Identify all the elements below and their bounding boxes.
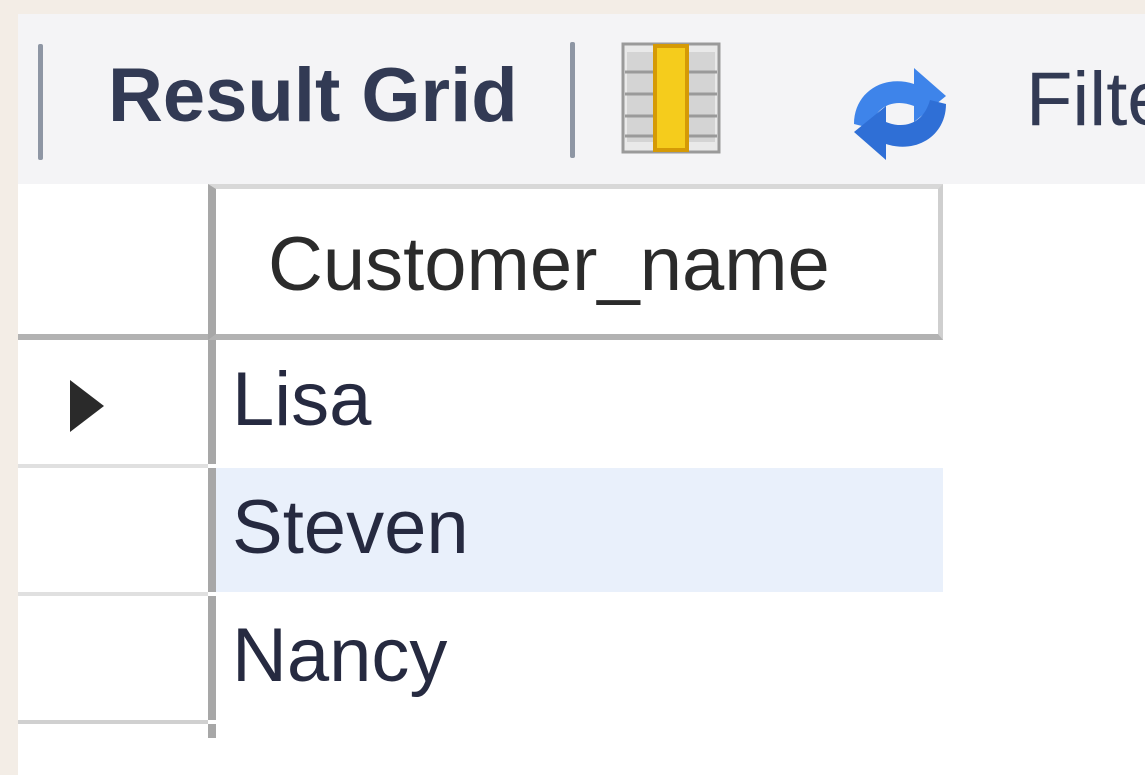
table-cell[interactable]: Nancy [208, 596, 943, 720]
cell-value: Nancy [232, 613, 448, 698]
grid-header-row: Customer_name [18, 184, 943, 340]
table-row[interactable]: Nancy [18, 596, 943, 724]
result-grid-panel: Result Grid Filte [18, 14, 1145, 775]
row-header[interactable] [18, 340, 208, 468]
cell-value: Lisa [232, 357, 372, 442]
row-header[interactable] [18, 468, 208, 596]
grid-corner-cell[interactable] [18, 184, 208, 340]
column-header-customer-name[interactable]: Customer_name [208, 184, 943, 340]
table-row[interactable]: Lisa [18, 340, 943, 468]
column-header-label: Customer_name [268, 222, 830, 307]
cell-value: Steven [232, 485, 469, 570]
row-header[interactable] [18, 596, 208, 724]
table-cell[interactable]: Steven [208, 468, 943, 592]
toolbar-separator [570, 42, 575, 158]
table-cell[interactable]: Lisa [208, 340, 943, 464]
grid-divider [208, 724, 216, 738]
refresh-icon[interactable] [840, 62, 960, 166]
result-grid-label: Result Grid [108, 53, 518, 138]
filter-rows-label[interactable]: Filte [1026, 62, 1145, 138]
toolbar-grip[interactable] [38, 44, 43, 160]
table-row[interactable]: Steven [18, 468, 943, 596]
grid-view-icon[interactable] [621, 42, 721, 154]
current-row-indicator-icon [70, 380, 104, 432]
result-grid-toolbar: Result Grid Filte [18, 14, 1145, 184]
